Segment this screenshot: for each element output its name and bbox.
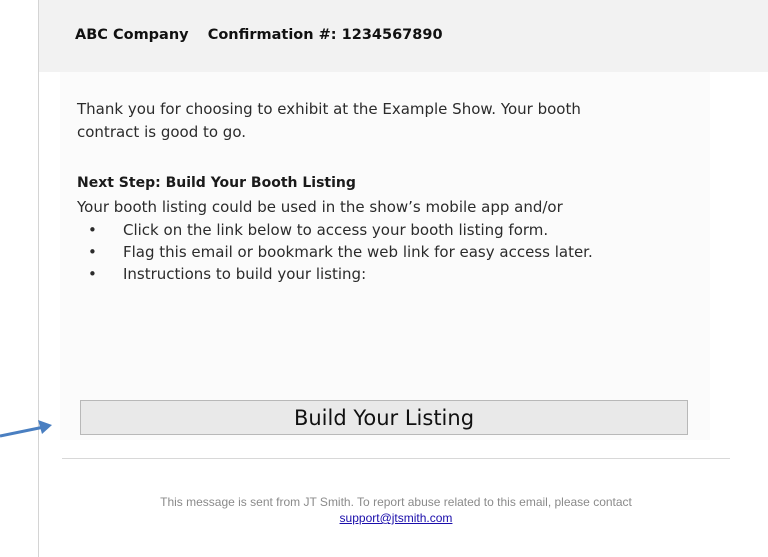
arrow-icon <box>0 420 52 438</box>
bullet-icon: • <box>88 243 97 261</box>
support-email-link[interactable]: support@jtsmith.com <box>340 511 453 525</box>
next-step-heading: Next Step: Build Your Booth Listing <box>77 175 356 191</box>
build-listing-button[interactable]: Build Your Listing <box>80 400 688 435</box>
confirmation-number: Confirmation #: 1234567890 <box>207 27 443 43</box>
company-name: ABC Company <box>75 27 189 43</box>
list-item: • Flag this email or bookmark the web li… <box>77 241 593 263</box>
list-item: • Click on the link below to access your… <box>77 219 593 241</box>
list-item-text: Instructions to build your listing: <box>123 265 367 283</box>
arrow-shaft <box>0 425 45 438</box>
next-step-description: Your booth listing could be used in the … <box>77 198 563 216</box>
instruction-list: • Click on the link below to access your… <box>77 219 593 285</box>
bullet-icon: • <box>88 221 97 239</box>
footer-text: This message is sent from JT Smith. To r… <box>160 495 632 509</box>
intro-line-2: contract is good to go. <box>77 123 247 141</box>
left-border <box>38 0 39 557</box>
intro-paragraph: Thank you for choosing to exhibit at the… <box>77 98 581 144</box>
footer-divider <box>62 458 730 459</box>
header-title: ABC Company Confirmation #: 1234567890 <box>75 27 443 43</box>
list-item-text: Flag this email or bookmark the web link… <box>123 243 593 261</box>
footer: This message is sent from JT Smith. To r… <box>62 494 730 526</box>
arrow-head <box>38 420 52 434</box>
email-preview: ABC Company Confirmation #: 1234567890 T… <box>0 0 768 557</box>
intro-line-1: Thank you for choosing to exhibit at the… <box>77 100 581 118</box>
list-item: • Instructions to build your listing: <box>77 263 593 285</box>
list-item-text: Click on the link below to access your b… <box>123 221 549 239</box>
bullet-icon: • <box>88 265 97 283</box>
